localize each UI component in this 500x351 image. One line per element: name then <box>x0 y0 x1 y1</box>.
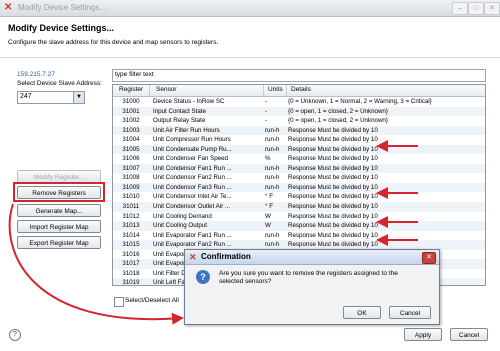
arrow-icon <box>8 203 184 325</box>
annotation-arrows <box>8 140 418 325</box>
